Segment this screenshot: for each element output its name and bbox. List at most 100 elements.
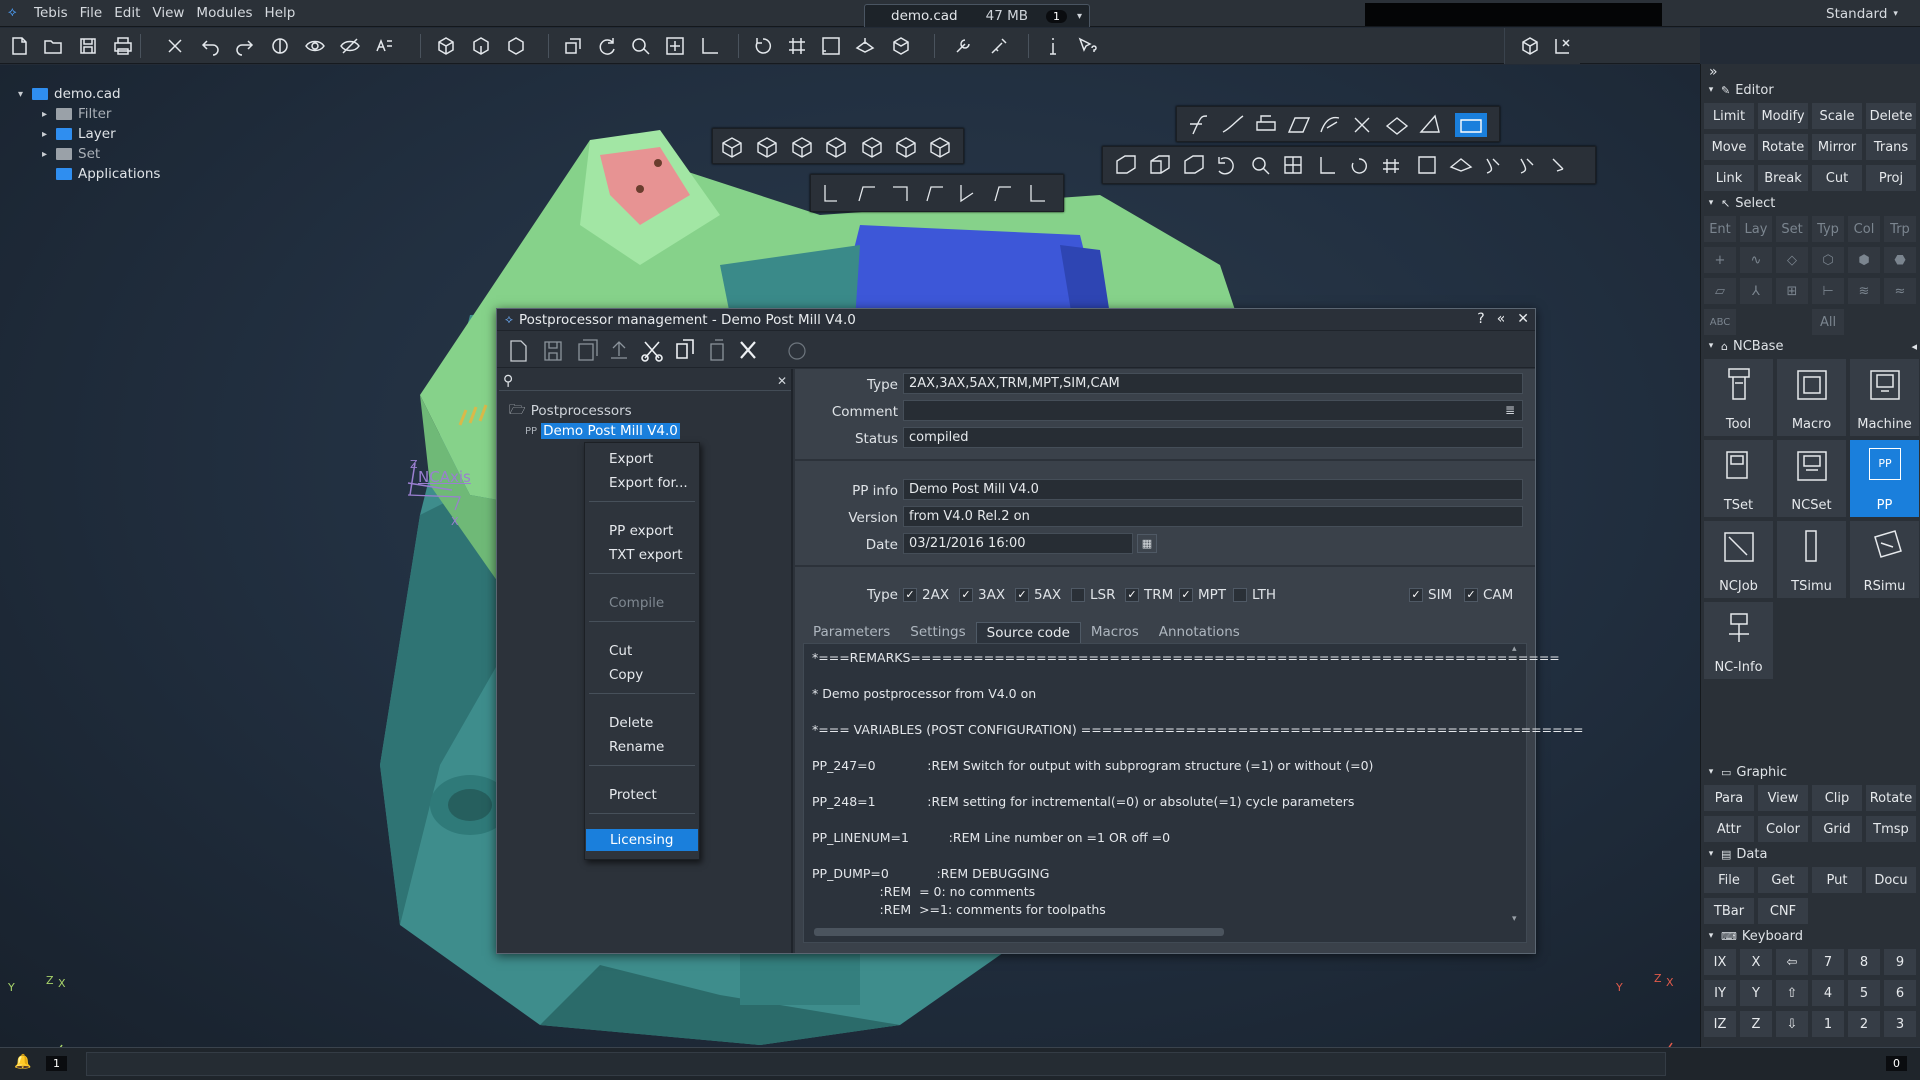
tab-source-code[interactable]: Source code <box>975 622 1081 644</box>
ncbase-button-tset[interactable]: TSet <box>1703 439 1774 518</box>
menu-item-cut[interactable]: Cut <box>609 643 632 659</box>
editor-button-move[interactable]: Move <box>1703 133 1755 161</box>
key-1[interactable]: 1 <box>1811 1010 1845 1038</box>
collapse-icon[interactable]: « <box>1497 311 1506 327</box>
scroll-up-icon[interactable]: ▴ <box>1512 644 1517 654</box>
select-filter-icon[interactable]: ≈ <box>1883 277 1917 305</box>
print-icon[interactable] <box>110 33 136 59</box>
key-9[interactable]: 9 <box>1883 948 1917 976</box>
layer-visibility-icon[interactable] <box>267 33 293 59</box>
checkbox-sim[interactable]: ✓ <box>1409 588 1423 602</box>
type-field[interactable]: 2AX,3AX,5AX,TRM,MPT,SIM,CAM <box>903 373 1523 394</box>
editor-button-delete[interactable]: Delete <box>1865 102 1917 130</box>
ncbase-button-nc-info[interactable]: NC-Info <box>1703 601 1774 680</box>
editor-button-link[interactable]: Link <box>1703 164 1755 192</box>
key-iz[interactable]: IZ <box>1703 1010 1737 1038</box>
key-5[interactable]: 5 <box>1847 979 1881 1007</box>
bell-icon[interactable]: 🔔 <box>14 1054 31 1070</box>
key-8[interactable]: 8 <box>1847 948 1881 976</box>
checkbox-trm[interactable]: ✓ <box>1125 588 1139 602</box>
select-filter-icon[interactable]: ⬡ <box>1811 246 1845 274</box>
vertical-scrollbar[interactable]: ▴ ▾ <box>1508 644 1524 928</box>
ppinfo-field[interactable]: Demo Post Mill V4.0 <box>903 479 1523 500</box>
editor-button-break[interactable]: Break <box>1757 164 1809 192</box>
tree-item-set[interactable]: ▸ Set <box>18 144 218 164</box>
dialog-toolbar-icons[interactable] <box>505 338 815 364</box>
check-mpt[interactable]: ✓ MPT <box>1179 587 1226 603</box>
scroll-down-icon[interactable]: ▾ <box>1512 914 1517 924</box>
tree-item-demo-post[interactable]: PP Demo Post Mill V4.0 <box>509 421 680 441</box>
editor-button-scale[interactable]: Scale <box>1811 102 1863 130</box>
graphic-button-grid[interactable]: Grid <box>1811 815 1863 843</box>
section-select-header[interactable]: ▾ ↖ Select <box>1701 193 1920 213</box>
tab-annotations[interactable]: Annotations <box>1149 622 1250 644</box>
menu-item-export-for[interactable]: Export for... <box>609 475 688 491</box>
tab-settings[interactable]: Settings <box>900 622 975 644</box>
calendar-icon[interactable]: ▦ <box>1137 534 1157 553</box>
menu-modules[interactable]: Modules <box>190 5 258 21</box>
menu-view[interactable]: View <box>146 5 190 21</box>
menu-item-licensing[interactable]: Licensing <box>586 829 698 851</box>
undo-icon[interactable] <box>197 33 223 59</box>
graphic-button-color[interactable]: Color <box>1757 815 1809 843</box>
redo-icon[interactable] <box>232 33 258 59</box>
select-tab-set[interactable]: Set <box>1775 215 1809 243</box>
view-cube-icon[interactable] <box>1517 33 1543 59</box>
editor-button-trans[interactable]: Trans <box>1865 133 1917 161</box>
info-icon[interactable] <box>1040 33 1066 59</box>
ncbase-button-tsimu[interactable]: TSimu <box>1776 520 1847 599</box>
select-filter-icon[interactable]: ∿ <box>1739 246 1773 274</box>
tree-item-applications[interactable]: Applications <box>18 164 218 184</box>
editor-button-rotate[interactable]: Rotate <box>1757 133 1809 161</box>
check-lsr[interactable]: LSR <box>1071 587 1115 603</box>
show-icon[interactable] <box>302 33 328 59</box>
delete-icon[interactable] <box>162 33 188 59</box>
source-code-editor[interactable]: *===REMARKS=============================… <box>803 643 1584 943</box>
mode-select[interactable]: Standard ▾ <box>1826 4 1918 24</box>
zoom-fit-icon[interactable] <box>662 33 688 59</box>
menu-edit[interactable]: Edit <box>108 5 146 21</box>
view-cube-icon[interactable] <box>888 33 914 59</box>
axis-icon[interactable] <box>1549 33 1575 59</box>
text-style-icon[interactable] <box>372 33 398 59</box>
menu-item-txt-export[interactable]: TXT export <box>609 547 683 563</box>
checkbox-cam[interactable]: ✓ <box>1464 588 1478 602</box>
menu-tebis[interactable]: Tebis <box>28 5 74 21</box>
chevron-right-icon[interactable]: ▸ <box>42 109 56 120</box>
graphic-button-tmsp[interactable]: Tmsp <box>1865 815 1917 843</box>
rotate-icon[interactable] <box>750 33 776 59</box>
select-filter-icon[interactable]: ⅄ <box>1739 277 1773 305</box>
tree-search-bar[interactable]: ⚲ ✕ <box>499 371 791 391</box>
graphic-button-clip[interactable]: Clip <box>1811 784 1863 812</box>
ncbase-button-tool[interactable]: Tool <box>1703 358 1774 437</box>
key-y[interactable]: Y <box>1739 979 1773 1007</box>
select-filter-icon[interactable]: ⬢ <box>1847 246 1881 274</box>
tree-item-postprocessors[interactable]: 🗁 Postprocessors <box>509 401 680 421</box>
tree-item-layer[interactable]: ▸ Layer <box>18 124 218 144</box>
key--[interactable]: ⇧ <box>1775 979 1809 1007</box>
select-filter-icon[interactable]: ⊢ <box>1811 277 1845 305</box>
editor-button-cut[interactable]: Cut <box>1811 164 1863 192</box>
ncbase-button-machine[interactable]: Machine <box>1849 358 1920 437</box>
select-tab-lay[interactable]: Lay <box>1739 215 1773 243</box>
document-tab[interactable]: demo.cad 47 MB 1 ▾ <box>864 4 1090 27</box>
tree-item-root[interactable]: ▾ demo.cad <box>18 84 218 104</box>
hidden-line-icon[interactable] <box>503 33 529 59</box>
checkbox-2ax[interactable]: ✓ <box>903 588 917 602</box>
key-iy[interactable]: IY <box>1703 979 1737 1007</box>
section-data-header[interactable]: ▾ ▤ Data <box>1701 844 1920 864</box>
graphic-button-rotate[interactable]: Rotate <box>1865 784 1917 812</box>
ncbase-button-pp[interactable]: PP PP <box>1849 439 1920 518</box>
menu-help[interactable]: Help <box>259 5 302 21</box>
help-pointer-icon[interactable] <box>1074 33 1100 59</box>
horizontal-scrollbar-thumb[interactable] <box>814 928 1224 936</box>
select-filter-icon[interactable]: ◇ <box>1775 246 1809 274</box>
chevron-right-icon[interactable]: ▸ <box>42 129 56 140</box>
key-6[interactable]: 6 <box>1883 979 1917 1007</box>
axis-icon[interactable] <box>696 33 722 59</box>
editor-button-modify[interactable]: Modify <box>1757 102 1809 130</box>
wireframe-icon[interactable] <box>433 33 459 59</box>
editor-button-proj[interactable]: Proj <box>1865 164 1917 192</box>
key-4[interactable]: 4 <box>1811 979 1845 1007</box>
key--[interactable]: ⇩ <box>1775 1010 1809 1038</box>
